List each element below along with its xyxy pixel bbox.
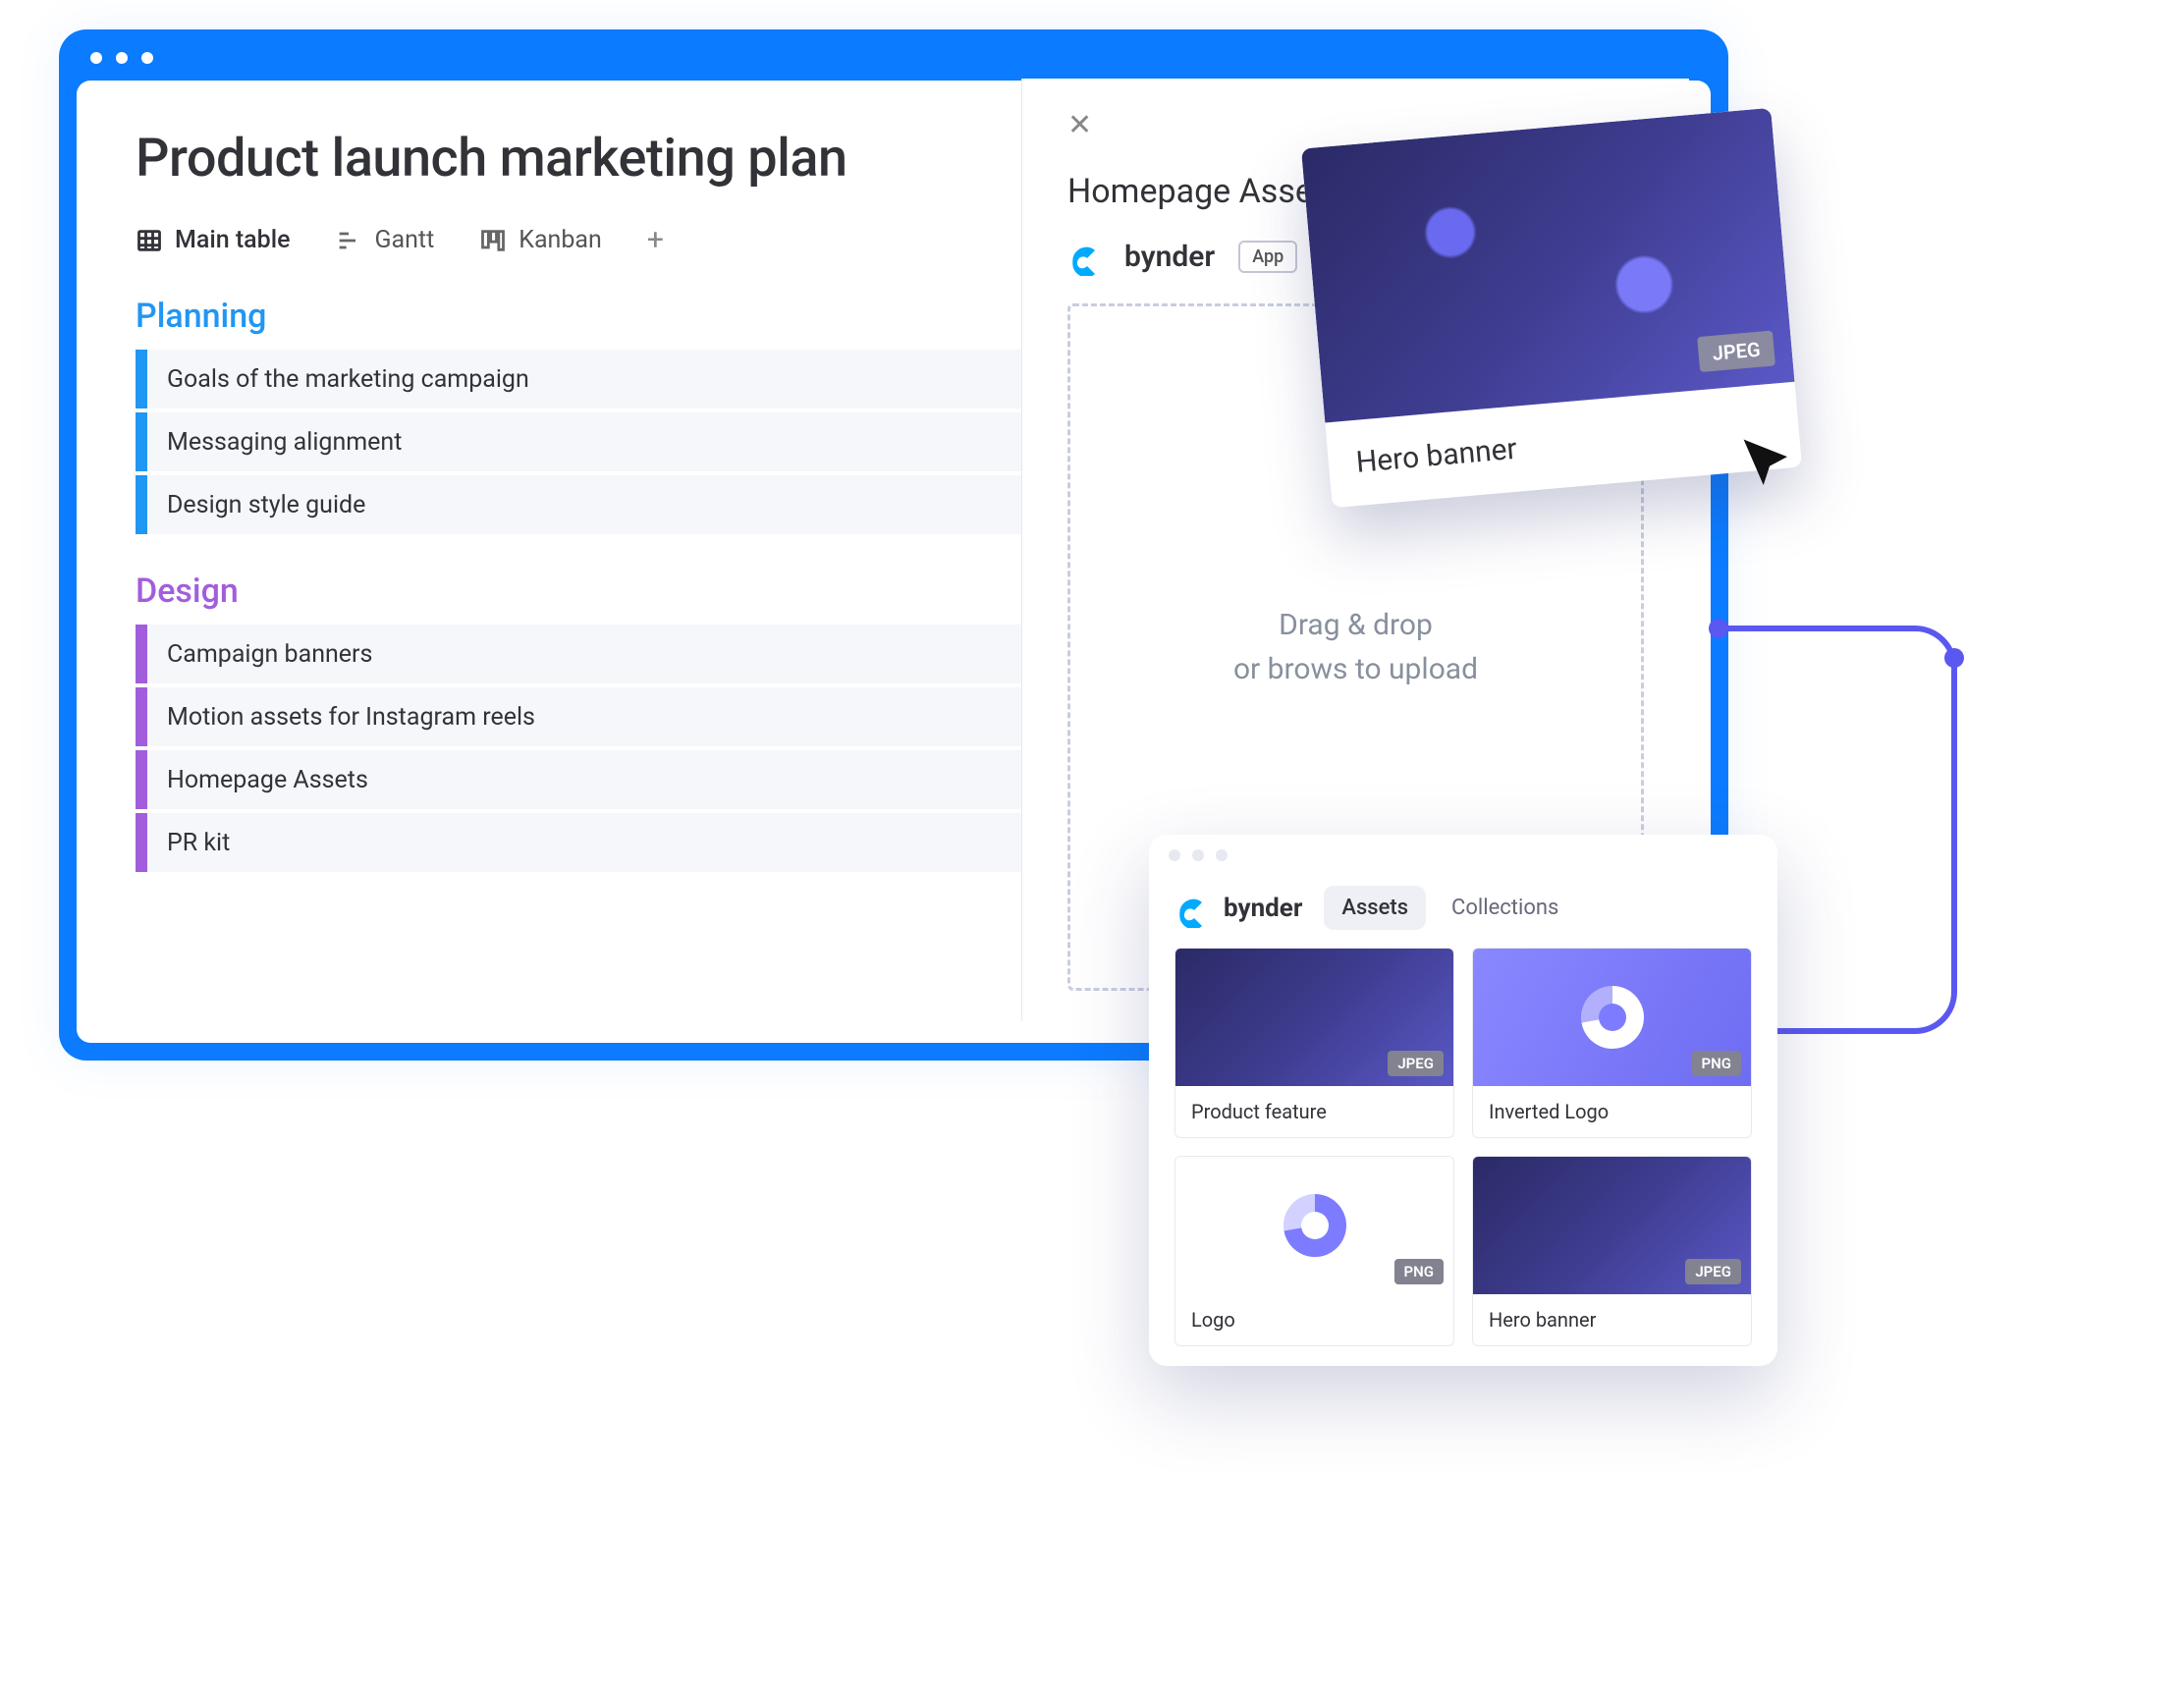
- group-color-stripe: [136, 350, 147, 408]
- group-color-stripe: [136, 475, 147, 534]
- window-controls: [1149, 835, 1777, 876]
- filetype-badge: JPEG: [1685, 1259, 1741, 1284]
- tab-kanban[interactable]: Kanban: [479, 226, 602, 254]
- tab-label: Gantt: [374, 226, 434, 254]
- cursor-icon: [1735, 429, 1804, 501]
- window-controls: [77, 47, 1711, 69]
- asset-thumbnail: PNG: [1175, 1157, 1453, 1294]
- integration-name: bynder: [1124, 240, 1215, 274]
- group-color-stripe: [136, 625, 147, 683]
- asset-thumbnail: JPEG: [1175, 949, 1453, 1086]
- group-color-stripe: [136, 813, 147, 872]
- group-color-stripe: [136, 687, 147, 746]
- bynder-asset-browser: bynder Assets Collections JPEG Product f…: [1149, 835, 1777, 1366]
- window-dot: [90, 52, 102, 64]
- asset-caption: Logo: [1175, 1294, 1453, 1345]
- group-color-stripe: [136, 412, 147, 471]
- window-dot: [116, 52, 128, 64]
- kanban-icon: [479, 227, 507, 254]
- bynder-logo-icon: [1174, 889, 1214, 928]
- bynder-logo-icon: [1067, 237, 1107, 276]
- tab-label: Main table: [175, 226, 290, 254]
- logo-donut-icon: [1581, 986, 1644, 1049]
- dropzone-text-line2: or brows to upload: [1233, 647, 1478, 691]
- filetype-badge: JPEG: [1697, 330, 1775, 372]
- asset-card[interactable]: PNG Inverted Logo: [1472, 948, 1752, 1138]
- filetype-badge: PNG: [1394, 1259, 1444, 1284]
- asset-caption: Product feature: [1175, 1086, 1453, 1137]
- asset-thumbnail: JPEG: [1301, 108, 1795, 423]
- asset-thumbnail: JPEG: [1473, 1157, 1751, 1294]
- tab-assets[interactable]: Assets: [1324, 886, 1426, 930]
- filetype-badge: JPEG: [1388, 1051, 1444, 1076]
- tab-label: Kanban: [519, 226, 602, 254]
- asset-card[interactable]: JPEG Hero banner: [1472, 1156, 1752, 1346]
- tab-gantt[interactable]: Gantt: [335, 226, 434, 254]
- brand-label: bynder: [1224, 894, 1302, 923]
- dragged-asset-card[interactable]: JPEG Hero banner: [1301, 108, 1802, 508]
- table-icon: [136, 227, 163, 254]
- group-title[interactable]: Design: [136, 572, 239, 611]
- bynder-brand: bynder: [1174, 889, 1302, 928]
- dropzone-text-line1: Drag & drop: [1279, 603, 1433, 647]
- asset-caption: Hero banner: [1473, 1294, 1751, 1345]
- gantt-icon: [335, 227, 362, 254]
- logo-donut-icon: [1283, 1194, 1346, 1257]
- tab-collections[interactable]: Collections: [1434, 886, 1576, 930]
- asset-card[interactable]: PNG Logo: [1174, 1156, 1454, 1346]
- asset-card[interactable]: JPEG Product feature: [1174, 948, 1454, 1138]
- group-title[interactable]: Planning: [136, 297, 266, 336]
- window-dot: [141, 52, 153, 64]
- asset-caption: Inverted Logo: [1473, 1086, 1751, 1137]
- filetype-badge: PNG: [1692, 1051, 1741, 1076]
- tab-main-table[interactable]: Main table: [136, 226, 290, 254]
- asset-thumbnail: PNG: [1473, 949, 1751, 1086]
- group-color-stripe: [136, 750, 147, 809]
- app-chip: App: [1238, 241, 1297, 273]
- add-view-button[interactable]: +: [647, 223, 664, 257]
